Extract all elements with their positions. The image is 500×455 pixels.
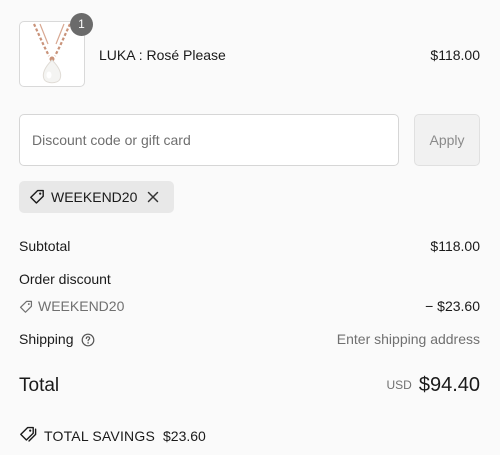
subtotal-label: Subtotal [19,238,71,254]
applied-code-label: WEEKEND20 [51,189,138,205]
shipping-value: Enter shipping address [336,331,480,347]
applied-discount-chip: WEEKEND20 [19,181,174,213]
shipping-label-row: Shipping [19,331,95,348]
total-currency: USD [386,378,412,392]
total-value: $94.40 [418,374,480,396]
total-label: Total [19,375,60,396]
help-icon[interactable] [81,332,95,348]
tag-icon [19,299,33,315]
shipping-label: Shipping [19,331,74,347]
subtotal-value: $118.00 [430,238,480,254]
order-discount-label: Order discount [19,271,111,287]
product-name: LUKA : Rosé Please [99,47,226,63]
order-discount-code-text: WEEKEND20 [38,298,125,314]
total-amount: USD $94.40 [386,374,480,397]
product-price: $118.00 [430,47,480,63]
tag-icon [29,189,45,205]
total-savings-label: TOTAL SAVINGS [44,427,155,444]
apply-button[interactable]: Apply [414,114,480,166]
tags-icon [19,426,37,445]
order-summary: 1 LUKA : Rosé Please $118.00 Apply WEEKE… [0,0,500,455]
total-savings: TOTAL SAVINGS $23.60 [19,426,206,445]
order-discount-code: WEEKEND20 [19,298,124,315]
total-savings-value: $23.60 [163,427,206,444]
order-discount-value: − $23.60 [425,298,480,314]
remove-discount-close-icon[interactable] [146,190,160,204]
discount-code-input[interactable] [19,114,399,166]
quantity-badge: 1 [70,13,93,36]
